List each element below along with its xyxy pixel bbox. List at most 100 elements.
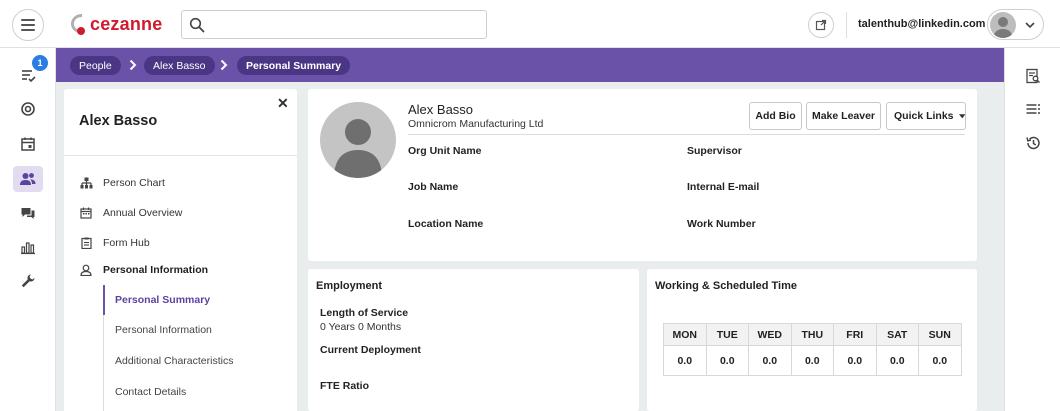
search-input[interactable] (181, 10, 487, 39)
divider (64, 155, 297, 156)
person-name: Alex Basso (79, 113, 158, 129)
employment-title: Employment (316, 280, 383, 292)
list-icon (1026, 104, 1040, 114)
tasks-icon (22, 70, 36, 83)
person-name: Alex Basso (408, 102, 474, 117)
user-silhouette-icon (334, 119, 382, 178)
day-header: MON (663, 323, 707, 346)
search-icon (189, 17, 205, 33)
chevron-down-icon (1025, 22, 1035, 29)
chevron-right-icon (129, 59, 137, 71)
logo[interactable]: cezanne (68, 12, 162, 36)
hours-cell: 0.0 (875, 345, 919, 376)
nav-item-form-hub[interactable]: Form Hub (79, 235, 150, 251)
brand-name: cezanne (90, 13, 163, 34)
close-icon[interactable]: ✕ (277, 95, 289, 112)
internal-email-label: Internal E-mail (687, 181, 760, 193)
hours-cell: 0.0 (663, 345, 707, 376)
location-name-label: Location Name (408, 218, 484, 230)
rail-item-reports[interactable] (13, 234, 43, 260)
rail-item-people[interactable] (13, 166, 43, 192)
nav-item-label: Person Chart (103, 177, 165, 189)
right-rail (1004, 48, 1060, 411)
table-header-row: MON TUE WED THU FRI SAT SUN (663, 323, 962, 346)
user-menu-button[interactable] (987, 9, 1044, 40)
rail-item-messages[interactable] (13, 200, 43, 226)
day-header: TUE (705, 323, 749, 346)
rail-item-goals[interactable] (13, 96, 43, 122)
quick-links-label: Quick Links (894, 110, 954, 122)
person-summary-card: Alex Basso Omnicrom Manufacturing Ltd Ad… (308, 89, 977, 261)
report-search-icon (1026, 68, 1040, 84)
target-icon (21, 102, 35, 116)
people-icon (20, 173, 36, 185)
avatar (990, 12, 1016, 38)
add-bio-button[interactable]: Add Bio (749, 102, 802, 130)
nav-item-personal-information[interactable]: Personal Information (79, 262, 208, 278)
working-time-title: Working & Scheduled Time (655, 280, 798, 292)
wrench-icon (21, 274, 35, 288)
user-email[interactable]: talenthub@linkedin.com (858, 18, 985, 30)
chat-icon (21, 208, 35, 219)
profile-photo[interactable] (320, 102, 396, 178)
rail-item-report-search[interactable] (1023, 66, 1043, 86)
job-name-label: Job Name (408, 181, 459, 193)
length-of-service-value: 0 Years 0 Months (320, 321, 402, 333)
supervisor-label: Supervisor (687, 145, 742, 157)
rail-item-calendar[interactable] (13, 131, 43, 157)
day-header: WED (748, 323, 792, 346)
hours-cell: 0.0 (918, 345, 962, 376)
hours-cell: 0.0 (833, 345, 877, 376)
subnav-contact-details[interactable]: Contact Details (115, 386, 186, 398)
breadcrumb-current: Personal Summary (237, 56, 351, 75)
make-leaver-button[interactable]: Make Leaver (806, 102, 881, 130)
hours-cell: 0.0 (748, 345, 792, 376)
calendar-icon (21, 137, 35, 151)
nav-item-person-chart[interactable]: Person Chart (79, 175, 165, 191)
cezanne-logo-icon (71, 14, 85, 35)
rail-item-list[interactable] (1023, 99, 1043, 119)
subnav-additional-characteristics[interactable]: Additional Characteristics (115, 355, 233, 367)
divider (846, 12, 847, 38)
day-header: FRI (833, 323, 877, 346)
fte-ratio-label: FTE Ratio (320, 380, 369, 392)
breadcrumb-people[interactable]: People (70, 56, 121, 75)
calendar-icon (80, 207, 92, 219)
user-silhouette-icon (994, 17, 1012, 38)
top-bar: cezanne talenthub@linkedin.com (0, 0, 1060, 48)
current-deployment-label: Current Deployment (320, 344, 421, 356)
open-external-button[interactable] (808, 12, 834, 38)
hours-cell: 0.0 (790, 345, 834, 376)
quick-links-dropdown[interactable]: Quick Links (886, 102, 966, 130)
notification-badge: 1 (32, 55, 48, 71)
person-nav-panel: Alex Basso ✕ Person Chart Annual Overvie… (64, 89, 297, 411)
breadcrumb-person[interactable]: Alex Basso (144, 56, 215, 75)
nav-item-annual-overview[interactable]: Annual Overview (79, 205, 182, 221)
working-time-card: Working & Scheduled Time MON TUE WED THU… (647, 269, 977, 411)
bar-chart-icon (21, 242, 35, 255)
clipboard-icon (80, 237, 92, 249)
subnav-active-indicator (103, 285, 105, 315)
rail-item-settings[interactable] (13, 268, 43, 294)
breadcrumb: People Alex Basso Personal Summary (56, 48, 1004, 82)
org-unit-label: Org Unit Name (408, 145, 482, 157)
menu-button[interactable] (12, 9, 44, 41)
employment-card: Employment Length of Service 0 Years 0 M… (308, 269, 639, 411)
caret-down-icon (958, 113, 965, 118)
weekly-hours-table: MON TUE WED THU FRI SAT SUN 0.0 0.0 0.0 … (663, 323, 962, 376)
day-header: SAT (875, 323, 919, 346)
external-link-icon (815, 19, 827, 31)
chevron-right-icon (220, 59, 228, 71)
hours-cell: 0.0 (705, 345, 749, 376)
work-number-label: Work Number (687, 218, 756, 230)
hamburger-icon (21, 19, 35, 21)
subnav-personal-summary[interactable]: Personal Summary (115, 294, 210, 306)
nav-item-label: Personal Information (103, 264, 209, 276)
length-of-service-label: Length of Service (320, 307, 409, 319)
left-rail (0, 48, 56, 411)
table-row: 0.0 0.0 0.0 0.0 0.0 0.0 0.0 (663, 345, 962, 376)
rail-item-history[interactable] (1023, 133, 1043, 153)
subnav-personal-information[interactable]: Personal Information (115, 324, 212, 336)
user-icon (80, 264, 92, 276)
nav-item-label: Annual Overview (103, 207, 183, 219)
